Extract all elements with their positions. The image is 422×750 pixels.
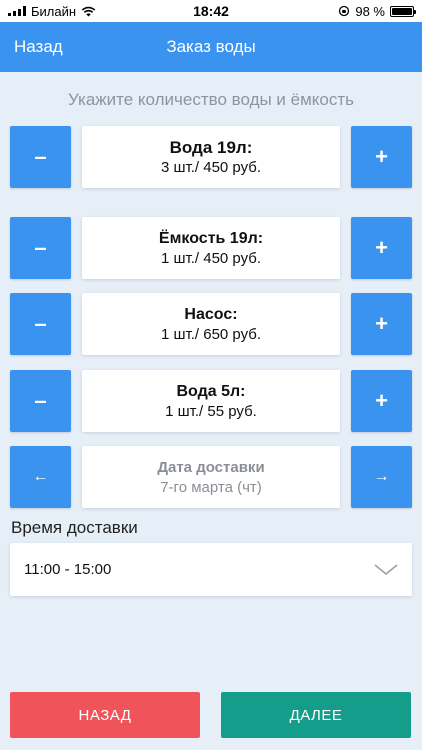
next-date-button[interactable]: → — [351, 446, 412, 508]
item-quantity-price: 1 шт./ 650 руб. — [160, 325, 262, 343]
arrow-left-icon: ← — [32, 468, 49, 485]
instruction-text: Укажите количество воды и ёмкость — [67, 90, 355, 109]
item-name: Насос: — [184, 305, 238, 323]
item-row-water-5l: – Вода 5л: 1 шт./ 55 руб. + — [10, 370, 412, 432]
carrier-name: Билайн — [31, 3, 77, 19]
item-row-water-19l: – Вода 19л: 3 шт./ 450 руб. + — [10, 126, 412, 188]
item-card: Вода 5л: 1 шт./ 55 руб. — [82, 370, 340, 432]
item-row-pump: – Насос: 1 шт./ 650 руб. + — [10, 293, 412, 355]
previous-date-button[interactable]: ← — [10, 446, 71, 508]
item-name: Вода 19л: — [169, 137, 253, 157]
increase-water-5l-button[interactable]: + — [351, 370, 412, 432]
increase-pump-button[interactable]: + — [351, 293, 412, 355]
decrease-pump-button[interactable]: – — [10, 293, 71, 355]
increase-container-19l-button[interactable]: + — [351, 217, 412, 279]
delivery-time-value: 11:00 - 15:00 — [24, 561, 112, 578]
wifi-icon — [81, 6, 96, 16]
decrease-water-5l-button[interactable]: – — [10, 370, 71, 432]
delivery-date-card: Дата доставки 7-го марта (чт) — [82, 446, 340, 508]
item-row-container-19l: – Ёмкость 19л: 1 шт./ 450 руб. + — [10, 217, 412, 279]
back-link[interactable]: Назад — [14, 37, 63, 57]
item-name: Ёмкость 19л: — [158, 229, 264, 247]
decrease-container-19l-button[interactable]: – — [10, 217, 71, 279]
signal-icon — [8, 6, 26, 16]
battery-fill — [392, 7, 412, 15]
arrow-right-icon: → — [373, 468, 390, 485]
battery-percent: 98 % — [355, 3, 385, 19]
item-card: Вода 19л: 3 шт./ 450 руб. — [82, 126, 340, 188]
battery-icon — [390, 5, 416, 17]
item-card: Ёмкость 19л: 1 шт./ 450 руб. — [82, 217, 340, 279]
delivery-date-row: ← Дата доставки 7-го марта (чт) → — [10, 446, 412, 508]
item-quantity-price: 1 шт./ 55 руб. — [165, 402, 257, 420]
status-left: Билайн — [8, 4, 96, 19]
chevron-down-icon — [374, 563, 398, 575]
delivery-time-label: Время доставки — [11, 518, 138, 537]
orientation-lock-icon — [339, 5, 350, 17]
next-button[interactable]: ДАЛЕЕ — [221, 692, 411, 738]
delivery-time-select[interactable]: 11:00 - 15:00 — [10, 543, 412, 596]
app-bar: Назад Заказ воды — [0, 22, 422, 72]
delivery-date-value: 7-го марта (чт) — [160, 478, 262, 496]
delivery-date-label: Дата доставки — [157, 458, 265, 476]
increase-water-19l-button[interactable]: + — [351, 126, 412, 188]
back-button[interactable]: НАЗАД — [10, 692, 200, 738]
item-card: Насос: 1 шт./ 650 руб. — [82, 293, 340, 355]
status-right: 98 % — [338, 3, 416, 19]
item-quantity-price: 1 шт./ 450 руб. — [160, 249, 262, 267]
decrease-water-19l-button[interactable]: – — [10, 126, 71, 188]
status-bar: Билайн 18:42 98 % — [0, 0, 422, 22]
item-name: Вода 5л: — [176, 382, 246, 400]
item-quantity-price: 3 шт./ 450 руб. — [160, 158, 262, 176]
page-title: Заказ воды — [166, 37, 256, 56]
